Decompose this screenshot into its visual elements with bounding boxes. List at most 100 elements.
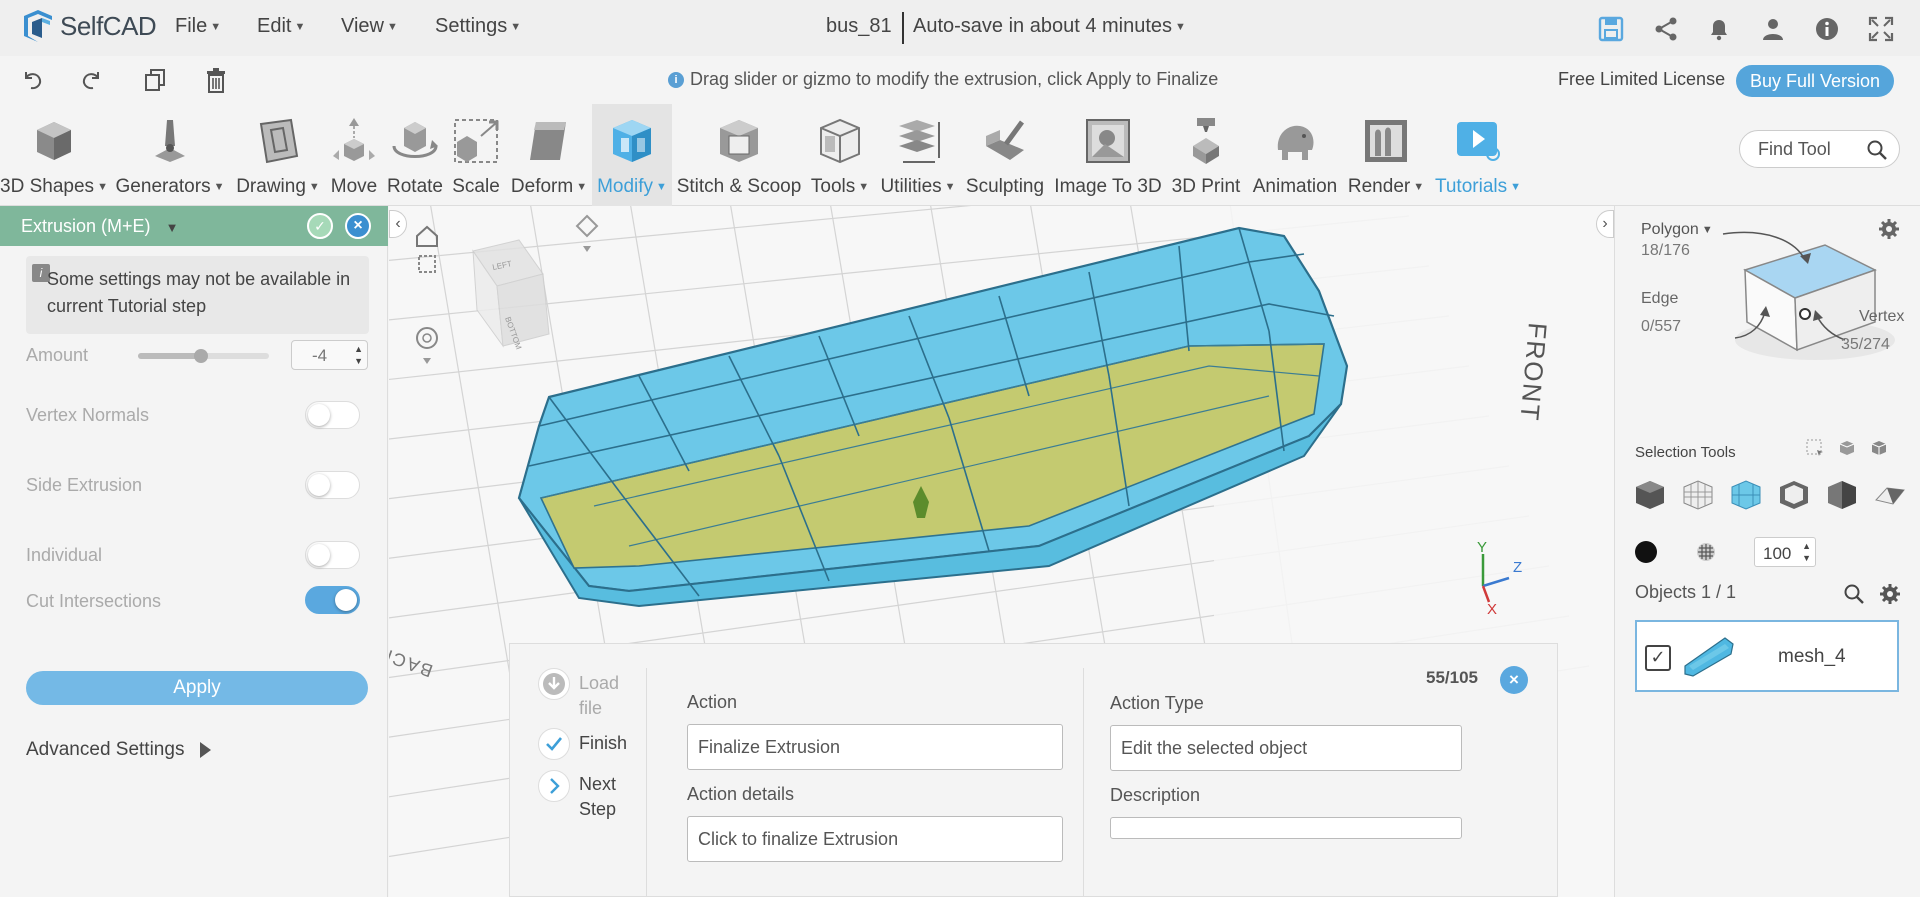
hint-info-icon: i <box>668 71 684 88</box>
action-type-field: Edit the selected object <box>1110 725 1462 771</box>
next-step-button[interactable]: Next Step <box>579 772 631 822</box>
tool-image-to-3d[interactable]: Image To 3D <box>1050 104 1166 206</box>
edge-label: Edge <box>1641 290 1679 307</box>
amount-slider-handle[interactable] <box>193 349 208 363</box>
tool-utilities[interactable]: Utilities ▼ <box>876 104 960 206</box>
tool-deform[interactable]: Deform ▼ <box>506 104 592 206</box>
apply-button[interactable]: Apply <box>26 671 368 705</box>
menu-edit[interactable]: Edit ▼ <box>257 15 305 38</box>
tool-sculpting[interactable]: Sculpting <box>962 104 1048 206</box>
panel-header: Extrusion (M+E) ▼ ✓ × <box>0 206 388 246</box>
action-label: Action <box>687 692 738 712</box>
tool-rotate[interactable]: Rotate <box>384 104 446 206</box>
copy-icon[interactable] <box>143 68 167 92</box>
toggle-vertex-normals[interactable] <box>305 401 360 429</box>
redo-icon[interactable] <box>80 68 104 92</box>
license-label: Free Limited License <box>1558 69 1726 89</box>
divider <box>646 668 647 897</box>
face-select-icon[interactable] <box>1729 478 1763 512</box>
delete-trash-icon[interactable] <box>204 66 228 94</box>
plane-select-icon[interactable] <box>1873 478 1907 512</box>
notice-text: Some settings may not be available in cu… <box>47 269 351 316</box>
close-panel-icon[interactable]: × <box>345 213 371 239</box>
status-bar: i Drag slider or gizmo to modify the ext… <box>0 56 1920 104</box>
advanced-settings-toggle[interactable]: Advanced Settings <box>26 739 184 761</box>
toggle-cut-intersections[interactable] <box>305 586 360 614</box>
edge-count: 0/557 <box>1641 318 1682 335</box>
generator-pin-icon <box>155 120 185 162</box>
objects-settings-gear-icon[interactable] <box>1879 583 1901 605</box>
save-icon[interactable] <box>1598 16 1624 42</box>
info-icon[interactable] <box>1814 16 1840 42</box>
tool-tools[interactable]: Tools ▼ <box>806 104 874 206</box>
action-type-label: Action Type <box>1110 693 1204 713</box>
object-visibility-checkbox[interactable]: ✓ <box>1645 645 1671 671</box>
confirm-check-icon[interactable]: ✓ <box>307 213 333 239</box>
tool-tutorials[interactable]: Tutorials ▼ <box>1428 104 1528 206</box>
menu-settings[interactable]: Settings ▼ <box>435 15 521 38</box>
tool-scale[interactable]: Scale <box>448 104 504 206</box>
tool-stitch-scoop[interactable]: Stitch & Scoop <box>674 104 804 206</box>
description-field <box>1110 817 1462 839</box>
texture-icon[interactable] <box>1695 541 1717 563</box>
panel-title[interactable]: Extrusion (M+E) ▼ <box>21 216 178 237</box>
object-name: mesh_4 <box>1778 646 1846 667</box>
tool-3d-shapes[interactable]: 3D Shapes ▼ <box>0 104 108 206</box>
autosave-dropdown[interactable]: Auto-save in about 4 minutes ▼ <box>913 15 1186 38</box>
selfcad-logo[interactable]: SelfCAD <box>20 8 157 44</box>
divider <box>1083 668 1084 897</box>
svg-text:X: X <box>1487 601 1497 618</box>
user-account-icon[interactable] <box>1760 16 1786 42</box>
stepper-down-icon[interactable]: ▼ <box>354 356 363 366</box>
tool-move[interactable]: Move <box>326 104 382 206</box>
stepper-up-icon[interactable]: ▲ <box>354 344 363 354</box>
next-step-chevron-icon[interactable] <box>538 770 570 802</box>
main-toolbar: 3D Shapes ▼ Generators ▼ Drawing ▼ Move Rot… <box>0 104 1920 206</box>
object-list-item[interactable]: ✓ mesh_4 <box>1635 620 1899 692</box>
find-tool-input[interactable]: Find Tool <box>1739 130 1900 168</box>
edge-select-icon[interactable] <box>1777 478 1811 512</box>
share-icon[interactable] <box>1653 16 1679 42</box>
svg-text:Z: Z <box>1513 559 1522 576</box>
tool-drawing[interactable]: Drawing ▼ <box>232 104 324 206</box>
polygon-mode-dropdown[interactable]: Polygon ▼ <box>1641 221 1713 239</box>
expand-triangle-icon[interactable] <box>200 742 211 758</box>
tool-hint: i Drag slider or gizmo to modify the ext… <box>668 69 1218 90</box>
wireframe-select-icon[interactable] <box>1681 478 1715 512</box>
amount-slider[interactable] <box>138 349 269 363</box>
document-title[interactable]: bus_81 <box>826 15 892 38</box>
select-all-cubes-icon[interactable] <box>1869 438 1889 458</box>
tutorial-notice: i Some settings may not be available in … <box>26 256 369 334</box>
tutorials-video-icon <box>1457 122 1500 161</box>
vertex-label: Vertex <box>1859 308 1905 325</box>
undo-icon[interactable] <box>20 68 44 92</box>
tool-animation[interactable]: Animation <box>1246 104 1344 206</box>
half-select-icon[interactable] <box>1825 478 1859 512</box>
rotate-icon <box>392 122 438 158</box>
tool-render[interactable]: Render ▼ <box>1346 104 1426 206</box>
buy-full-version-button[interactable]: Buy Full Version <box>1736 65 1894 97</box>
object-thumbnail <box>1684 637 1734 677</box>
rect-select-icon[interactable] <box>1805 438 1825 458</box>
close-tutorial-icon[interactable]: × <box>1500 666 1528 694</box>
action-field: Finalize Extrusion <box>687 724 1063 770</box>
menu-view[interactable]: View ▼ <box>341 15 398 38</box>
cube-icon <box>37 122 71 160</box>
option-label-cut-intersections: Cut Intersections <box>26 591 162 611</box>
search-objects-icon[interactable] <box>1843 583 1865 605</box>
amount-stepper[interactable]: -4 ▲ ▼ <box>291 340 368 370</box>
solid-select-icon[interactable] <box>1633 478 1667 512</box>
description-label: Description <box>1110 785 1201 805</box>
step-load-file: Load file <box>579 673 620 718</box>
menu-file[interactable]: File ▼ <box>175 15 221 38</box>
fullscreen-icon[interactable] <box>1868 16 1894 42</box>
tool-generators[interactable]: Generators ▼ <box>110 104 230 206</box>
opacity-stepper[interactable]: 100 ▲ ▼ <box>1754 537 1816 567</box>
notifications-bell-icon[interactable] <box>1706 16 1732 42</box>
toggle-side-extrusion[interactable] <box>305 471 360 499</box>
select-cubes-icon[interactable] <box>1837 438 1857 458</box>
tool-3d-print[interactable]: 3D Print <box>1168 104 1244 206</box>
toggle-individual[interactable] <box>305 541 360 569</box>
color-swatch[interactable] <box>1635 541 1657 563</box>
tool-modify[interactable]: Modify ▼ <box>592 104 672 206</box>
